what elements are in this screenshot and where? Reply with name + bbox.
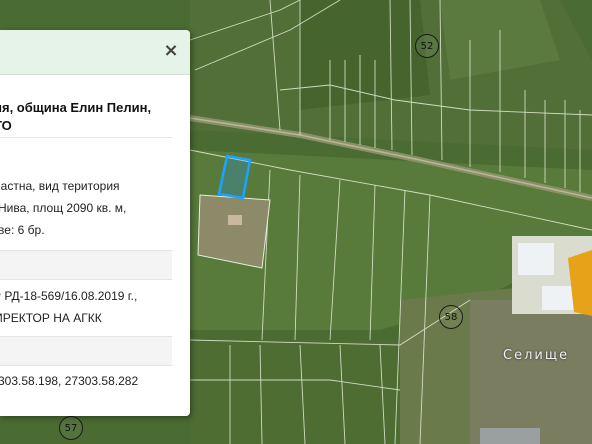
section-header-bar <box>0 250 172 280</box>
description-line2: П Нива, площ 2090 кв. м, <box>0 201 127 215</box>
parcel-number-57: 57 <box>59 416 83 440</box>
panel-header: × <box>0 30 190 75</box>
parcel-info-panel: × ия, община Елин Пелин, ТО . Частна, ви… <box>0 30 190 416</box>
panel-title-line2: ТО <box>0 118 12 133</box>
close-icon[interactable]: × <box>160 40 182 62</box>
description-line3: кове: 6 бр. <box>0 223 45 237</box>
parcel-number-58: 58 <box>439 305 463 329</box>
divider <box>0 137 172 138</box>
parcel-number-52: 52 <box>415 34 439 58</box>
neighbouring-parcels: 303.58.198, 27303.58.282 <box>0 374 139 388</box>
order-line1: КР РД-18-569/16.08.2019 г., <box>0 289 138 303</box>
description-line1: . Частна, вид територия <box>0 179 120 193</box>
order-line2: ДИРЕКТОР НА АГКК <box>0 311 102 325</box>
place-label: Селище <box>503 348 570 363</box>
section-header-bar <box>0 336 172 366</box>
panel-title-line1: ия, община Елин Пелин, <box>0 100 152 115</box>
